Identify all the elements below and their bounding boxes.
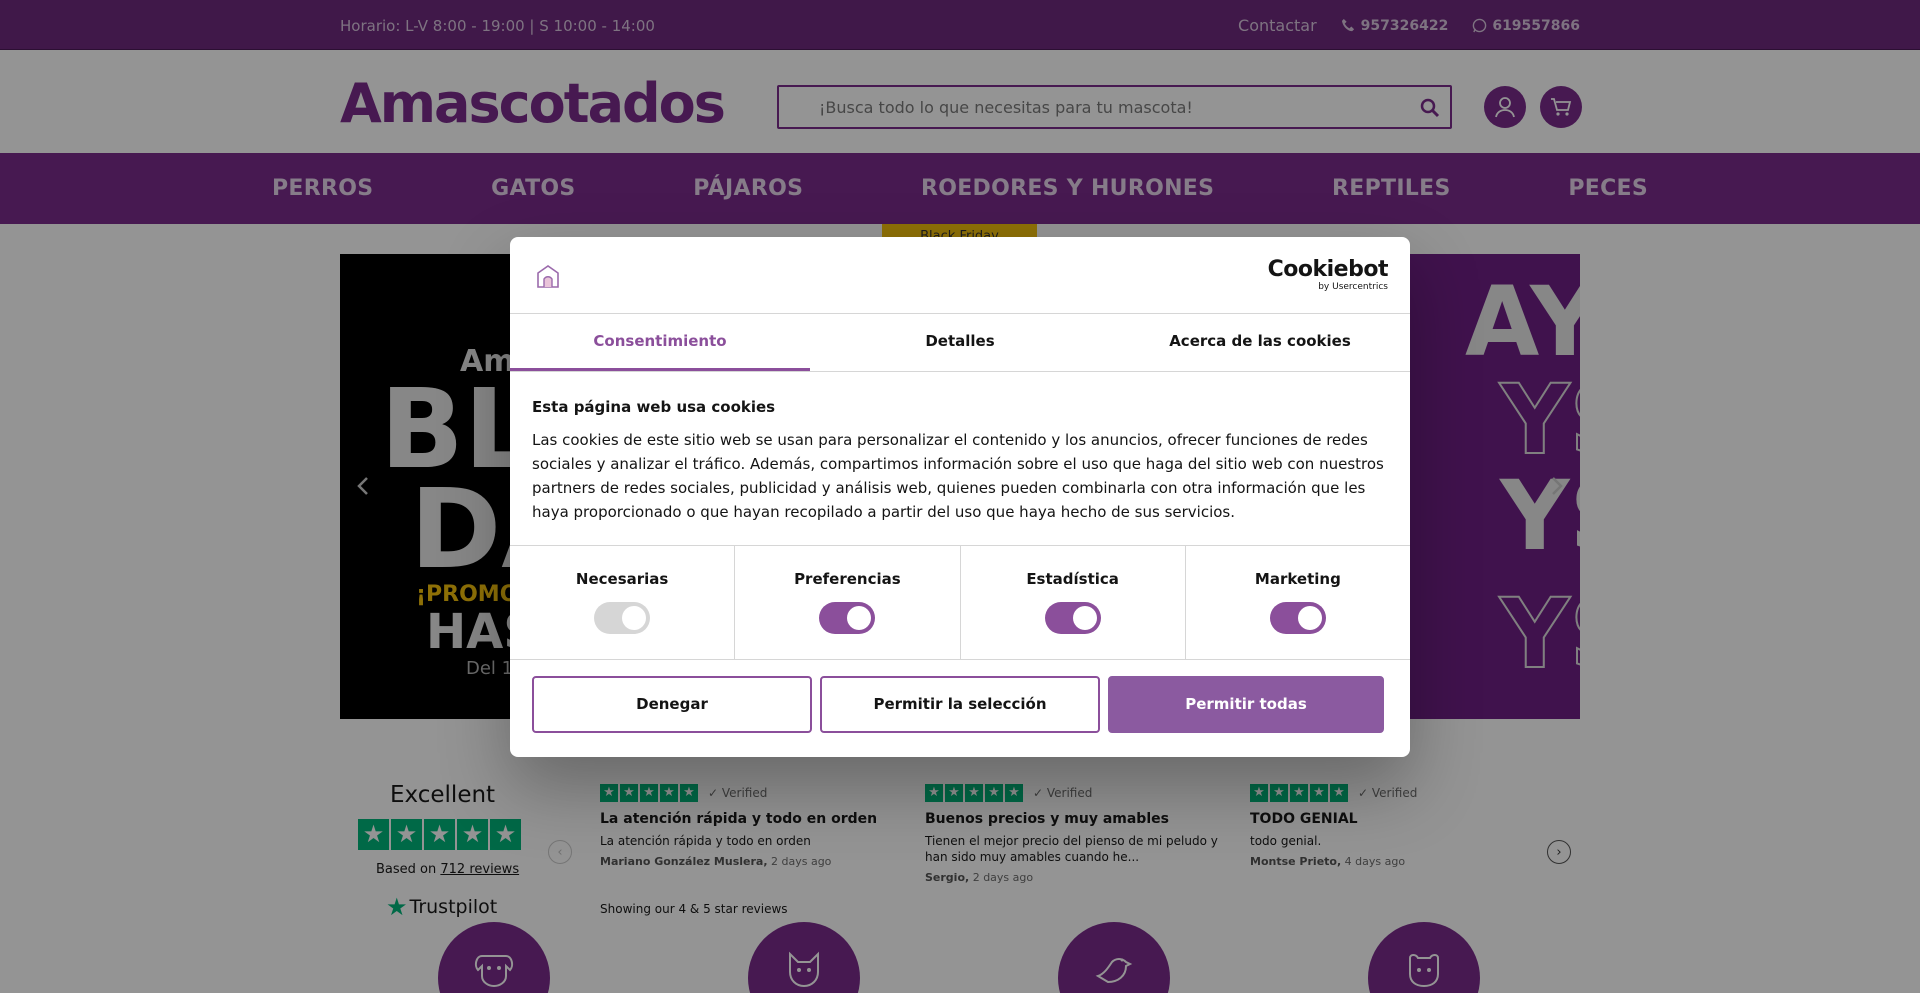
dialog-heading: Esta página web usa cookies <box>532 398 776 416</box>
preferencias-switch[interactable] <box>819 602 876 634</box>
toggle-estadistica: Estadística <box>961 546 1186 659</box>
deny-button[interactable]: Denegar <box>532 676 812 733</box>
site-brand-icon <box>537 265 559 288</box>
switch-knob <box>1297 606 1322 630</box>
dialog-text: Las cookies de este sitio web se usan pa… <box>532 431 1384 521</box>
cookie-consent-dialog: Cookiebot by Usercentrics Consentimiento… <box>510 237 1410 757</box>
cookie-toggles: Necesarias Preferencias Estadística Mark… <box>510 546 1410 660</box>
toggle-label: Marketing <box>1254 570 1341 588</box>
dialog-tabs: Consentimiento Detalles Acerca de las co… <box>510 314 1410 372</box>
estadistica-switch[interactable] <box>1044 602 1101 634</box>
toggle-label: Necesarias <box>575 570 669 588</box>
marketing-switch[interactable] <box>1269 602 1326 634</box>
toggle-label: Estadística <box>1026 570 1119 588</box>
dialog-buttons: Denegar Permitir la selección Permitir t… <box>510 660 1410 749</box>
dialog-body: Esta página web usa cookies Las cookies … <box>510 372 1410 546</box>
cookiebot-brand: Cookiebot <box>1267 257 1389 282</box>
tab-acerca[interactable]: Acerca de las cookies <box>1110 314 1410 371</box>
necesarias-switch <box>594 602 651 634</box>
switch-knob <box>622 606 647 630</box>
toggle-marketing: Marketing <box>1186 546 1410 659</box>
allow-selection-button[interactable]: Permitir la selección <box>820 676 1100 733</box>
switch-knob <box>1072 606 1097 630</box>
cookiebot-logo[interactable]: Cookiebot by Usercentrics <box>1267 257 1389 293</box>
dialog-header: Cookiebot by Usercentrics <box>510 237 1410 314</box>
toggle-preferencias: Preferencias <box>735 546 961 659</box>
toggle-label: Preferencias <box>794 570 901 588</box>
allow-all-button[interactable]: Permitir todas <box>1108 676 1384 733</box>
tab-detalles[interactable]: Detalles <box>810 314 1110 371</box>
toggle-necesarias: Necesarias <box>510 546 736 659</box>
tab-consentimiento[interactable]: Consentimiento <box>510 314 810 371</box>
switch-knob <box>847 606 872 630</box>
cookiebot-brand-sub: by Usercentrics <box>1318 282 1388 292</box>
